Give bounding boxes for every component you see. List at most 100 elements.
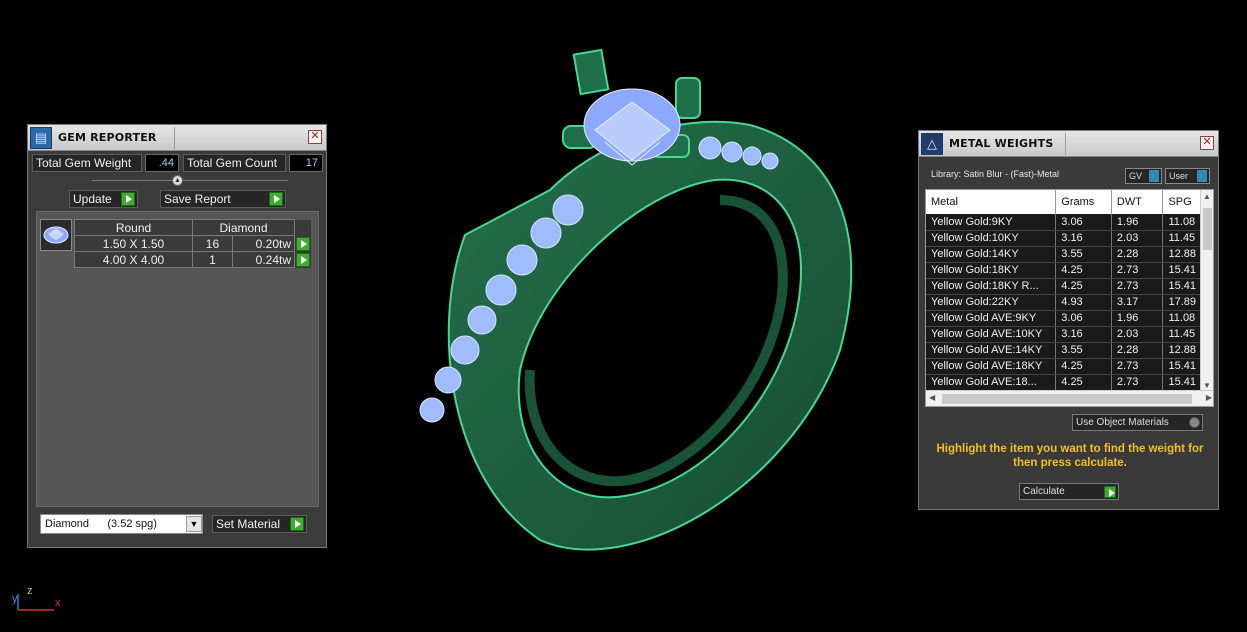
collapse-icon[interactable]: ▲	[172, 175, 183, 186]
metal-name: Yellow Gold:18KY	[926, 262, 1057, 279]
select-gem-button[interactable]	[296, 236, 310, 251]
scroll-right-icon[interactable]: ▶	[1206, 393, 1212, 402]
update-button[interactable]: Update	[69, 190, 138, 208]
spg-value: 17.89	[1162, 294, 1202, 311]
grams-column-header[interactable]: Grams	[1055, 190, 1112, 214]
dwt-value: 2.03	[1111, 230, 1164, 247]
total-gem-count-label: Total Gem Count	[183, 154, 286, 172]
metal-name: Yellow Gold:14KY	[926, 246, 1057, 263]
grams-value: 3.06	[1055, 214, 1112, 231]
material-select[interactable]: Diamond (3.52 spg) ▼	[40, 514, 203, 534]
grams-value: 4.25	[1055, 262, 1112, 279]
grams-value: 4.25	[1055, 278, 1112, 295]
chevron-down-icon[interactable]: ▼	[186, 516, 202, 532]
dwt-value: 3.17	[1111, 294, 1164, 311]
toggle-indicator	[1149, 170, 1159, 182]
table-row[interactable]: 1.50 X 1.50 16 0.20tw	[74, 235, 311, 252]
report-icon: ▤	[30, 126, 52, 149]
grams-value: 4.25	[1055, 374, 1112, 391]
table-row[interactable]: Yellow Gold AVE:14KY 3.55 2.28 12.88	[926, 342, 1202, 359]
metal-weights-title: METAL WEIGHTS	[949, 137, 1054, 150]
user-toggle[interactable]: User	[1165, 168, 1210, 184]
table-row[interactable]: Yellow Gold AVE:10KY 3.16 2.03 11.45	[926, 326, 1202, 343]
table-row[interactable]: Yellow Gold AVE:18KY 4.25 2.73 15.41	[926, 358, 1202, 375]
total-gem-weight-value: .44	[145, 154, 179, 172]
gem-weight: 0.24tw	[231, 251, 296, 268]
gem-size: 1.50 X 1.50	[74, 235, 193, 252]
metal-column-header[interactable]: Metal	[926, 190, 1057, 214]
spg-value: 12.88	[1162, 342, 1202, 359]
gem-reporter-title: GEM REPORTER	[58, 131, 157, 144]
use-object-materials-toggle[interactable]: Use Object Materials	[1072, 414, 1203, 431]
close-icon[interactable]: ✕	[308, 130, 322, 144]
scroll-up-icon[interactable]: ▲	[1203, 192, 1211, 201]
scroll-down-icon[interactable]: ▼	[1203, 381, 1211, 390]
metal-table: Metal Grams DWT SPG Yellow Gold:9KY 3.06 1…	[926, 190, 1202, 391]
metal-name: Yellow Gold AVE:10KY	[926, 326, 1057, 343]
set-material-label: Set Material	[216, 517, 281, 531]
select-gem-button[interactable]	[296, 252, 310, 267]
metal-name: Yellow Gold AVE:9KY	[926, 310, 1057, 327]
dwt-value: 2.28	[1111, 342, 1164, 359]
horizontal-scrollbar[interactable]: ◀ ▶	[926, 390, 1213, 406]
metal-name: Yellow Gold AVE:14KY	[926, 342, 1057, 359]
table-row[interactable]: Yellow Gold:22KY 4.93 3.17 17.89	[926, 294, 1202, 311]
material-select-value: Diamond (3.52 spg)	[45, 518, 157, 530]
scale-icon: △	[921, 132, 943, 155]
metal-name: Yellow Gold:22KY	[926, 294, 1057, 311]
gem-table: Round Diamond 1.50 X 1.50 16 0.20tw 4.00…	[74, 219, 311, 268]
vertical-scrollbar[interactable]: ▲ ▼	[1200, 190, 1213, 392]
grams-value: 3.06	[1055, 310, 1112, 327]
dwt-value: 2.73	[1111, 278, 1164, 295]
calculate-button[interactable]: Calculate	[1019, 483, 1119, 500]
gem-size: 4.00 X 4.00	[74, 251, 193, 268]
play-icon	[1104, 485, 1116, 498]
use-object-materials-label: Use Object Materials	[1076, 417, 1169, 428]
grams-value: 3.55	[1055, 342, 1112, 359]
table-row[interactable]: Yellow Gold:10KY 3.16 2.03 11.45	[926, 230, 1202, 247]
gv-toggle[interactable]: GV	[1125, 168, 1162, 184]
dwt-column-header[interactable]: DWT	[1111, 190, 1164, 214]
spg-column-header[interactable]: SPG	[1162, 190, 1202, 214]
metal-name: Yellow Gold AVE:18KY	[926, 358, 1057, 375]
grams-value: 3.55	[1055, 246, 1112, 263]
spg-value: 15.41	[1162, 358, 1202, 375]
scroll-left-icon[interactable]: ◀	[929, 393, 935, 402]
ring-model[interactable]	[370, 40, 890, 560]
scroll-thumb[interactable]	[942, 394, 1192, 404]
table-row[interactable]: Yellow Gold:18KY 4.25 2.73 15.41	[926, 262, 1202, 279]
save-report-button[interactable]: Save Report	[160, 190, 286, 208]
close-icon[interactable]: ✕	[1200, 136, 1214, 150]
table-row[interactable]: 4.00 X 4.00 1 0.24tw	[74, 251, 311, 268]
table-row[interactable]: Yellow Gold:14KY 3.55 2.28 12.88	[926, 246, 1202, 263]
grams-value: 3.16	[1055, 326, 1112, 343]
spg-value: 11.45	[1162, 326, 1202, 343]
dwt-value: 2.73	[1111, 262, 1164, 279]
gem-reporter-panel: ▤ GEM REPORTER ✕ Total Gem Weight .44 To…	[27, 124, 327, 548]
play-icon	[290, 517, 304, 531]
axis-gizmo: y z x	[12, 585, 61, 611]
gem-type-header: Diamond	[192, 219, 295, 236]
round-gem-icon	[40, 219, 72, 251]
metal-name: Yellow Gold:18KY R...	[926, 278, 1057, 295]
user-toggle-label: User	[1169, 171, 1189, 181]
gem-totals-row: Total Gem Weight .44 Total Gem Count 17	[32, 154, 323, 172]
gem-reporter-titlebar[interactable]: ▤ GEM REPORTER ✕	[28, 125, 326, 151]
spg-value: 11.08	[1162, 310, 1202, 327]
spg-value: 11.08	[1162, 214, 1202, 231]
table-row[interactable]: Yellow Gold:9KY 3.06 1.96 11.08	[926, 214, 1202, 231]
metal-name: Yellow Gold:10KY	[926, 230, 1057, 247]
metal-weights-titlebar[interactable]: △ METAL WEIGHTS ✕	[919, 131, 1218, 157]
metal-table-container[interactable]: Metal Grams DWT SPG Yellow Gold:9KY 3.06 1…	[925, 189, 1214, 407]
scroll-thumb[interactable]	[1203, 208, 1212, 250]
table-row[interactable]: Yellow Gold AVE:18... 4.25 2.73 15.41	[926, 374, 1202, 391]
divider	[92, 180, 288, 181]
spg-value: 15.41	[1162, 262, 1202, 279]
spg-value: 15.41	[1162, 278, 1202, 295]
grams-value: 4.93	[1055, 294, 1112, 311]
axis-x-label: x	[55, 597, 61, 609]
set-material-button[interactable]: Set Material	[212, 515, 307, 533]
table-row[interactable]: Yellow Gold:18KY R... 4.25 2.73 15.41	[926, 278, 1202, 295]
table-row[interactable]: Yellow Gold AVE:9KY 3.06 1.96 11.08	[926, 310, 1202, 327]
titlebar-divider	[1065, 133, 1066, 155]
